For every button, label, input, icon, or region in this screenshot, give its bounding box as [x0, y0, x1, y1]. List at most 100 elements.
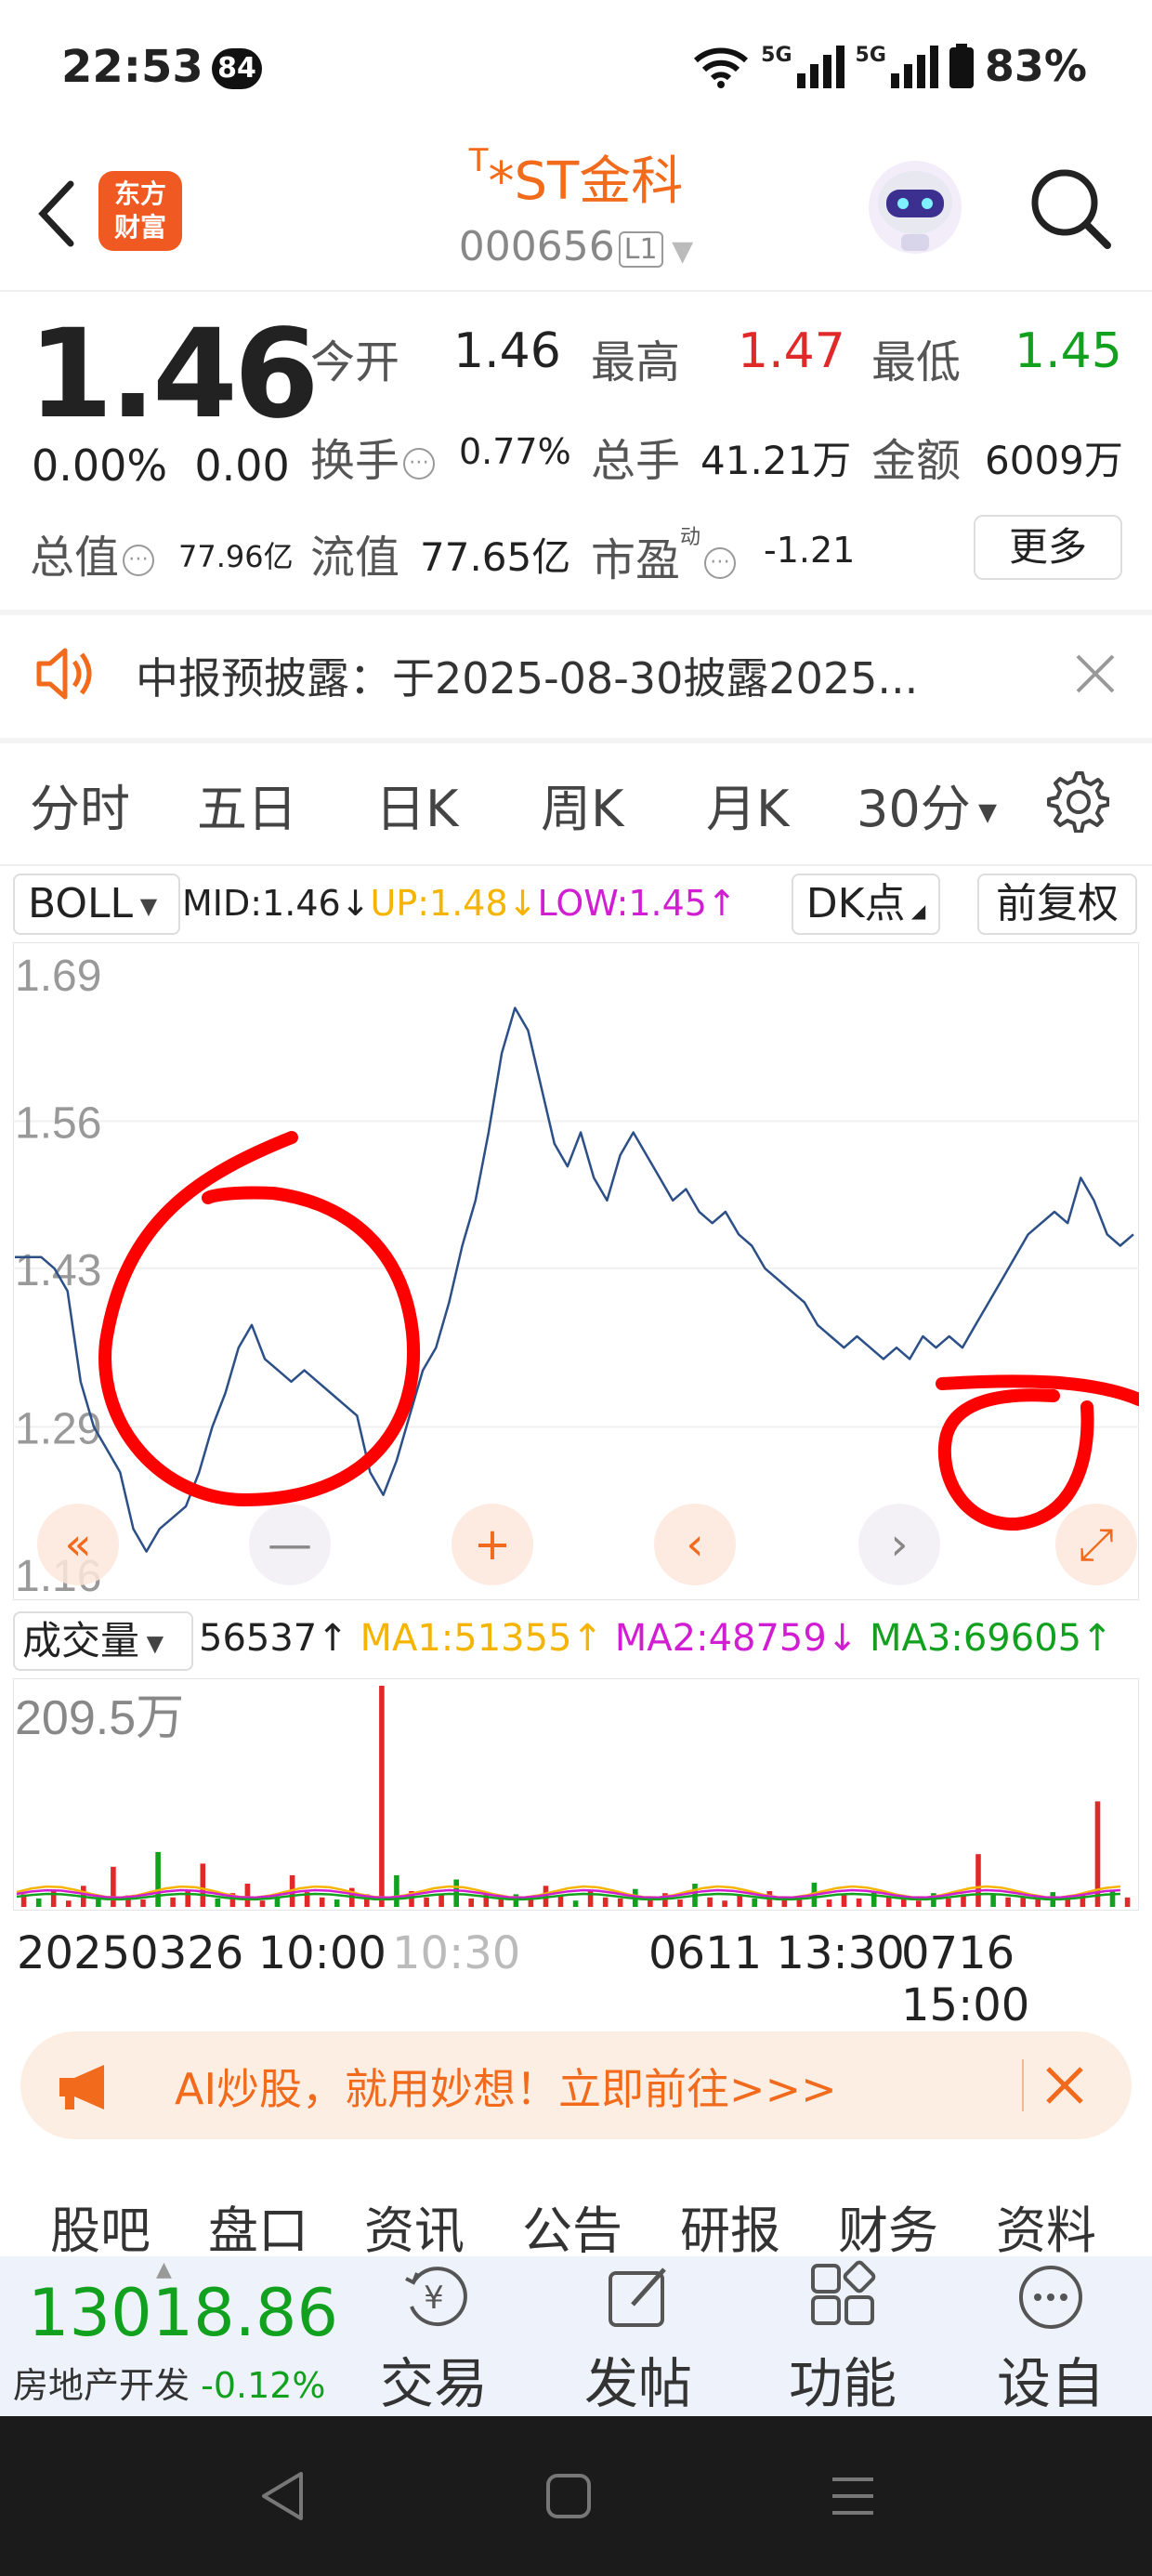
trade-button[interactable]: ¥ 交易 [364, 2260, 504, 2418]
volume-bar [66, 1900, 72, 1907]
header-divider [0, 290, 1152, 292]
stock-title: T*ST金科 [468, 142, 684, 212]
date-label-4: 0716 15:00 [901, 1927, 1030, 2031]
volume-ma1: MA1:51355↑ [360, 1617, 604, 1660]
signal-icon-1: 5G [761, 44, 844, 88]
scroll-right-button[interactable]: › [858, 1504, 940, 1585]
tab-wuri[interactable]: 五日 [197, 768, 297, 841]
boll-values: MID:1.46↓UP:1.48↓LOW:1.45↑ [182, 883, 737, 924]
more-circle-icon [1019, 2266, 1082, 2329]
fullscreen-button[interactable]: ⤢ [1055, 1504, 1137, 1585]
volume-bar [722, 1900, 727, 1907]
close-icon[interactable] [1074, 652, 1117, 695]
tab-announcements[interactable]: 公告 [522, 2189, 622, 2263]
tab-research[interactable]: 研报 [680, 2189, 780, 2263]
battery-icon [949, 44, 974, 88]
float-value: 77.65亿 [420, 534, 571, 580]
close-icon[interactable] [1044, 2065, 1085, 2106]
volume-label: 总手 [591, 435, 681, 487]
y-tick-label: 1.56 [15, 1098, 101, 1148]
price-chart[interactable]: 1.691.561.431.291.16«—+‹›⤢ [13, 942, 1139, 1600]
tab-fenshi[interactable]: 分时 [30, 768, 130, 841]
volume-bar [259, 1900, 266, 1907]
volume-bar [35, 1898, 42, 1907]
volume-bar [826, 1899, 832, 1907]
volume-bar [856, 1898, 862, 1907]
back-arrow-icon[interactable] [30, 177, 85, 251]
volume-bar [1005, 1897, 1011, 1907]
volume-bar [334, 1899, 340, 1907]
tab-daily-k[interactable]: 日K [375, 768, 458, 841]
search-icon[interactable] [1026, 164, 1115, 253]
tab-30min[interactable]: 30分 ▼ [857, 768, 997, 841]
price-change: 0.00% 0.00 [32, 440, 290, 491]
scroll-right-button-icon: › [890, 1518, 908, 1571]
section-divider [0, 610, 1152, 615]
dk-point-button[interactable]: DK点 ◢ [792, 874, 940, 935]
volume-ma2: MA2:48759↓ [614, 1617, 858, 1660]
tab-finance[interactable]: 财务 [838, 2189, 938, 2263]
nav-menu-icon[interactable] [831, 2474, 875, 2518]
volume-current: 56537↑ [199, 1617, 348, 1660]
volume-bar [617, 1898, 623, 1907]
volume-bar [916, 1900, 922, 1907]
volume-bar [1124, 1897, 1131, 1907]
zoom-out-button[interactable]: — [249, 1504, 331, 1585]
stock-code[interactable]: 000656 L1 ▼ [437, 223, 715, 270]
sector-index-value[interactable]: 13018.86 [28, 2275, 338, 2351]
adjust-button[interactable]: 前复权 [977, 874, 1137, 935]
functions-button[interactable]: 功能 [773, 2260, 912, 2418]
volume-bar [1109, 1889, 1116, 1907]
megaphone-icon [59, 2065, 104, 2109]
banner-separator [1022, 2059, 1024, 2111]
y-tick-label: 1.69 [15, 952, 101, 1001]
volume-chart[interactable]: 209.5万 [13, 1678, 1139, 1911]
clock: 22:53 [61, 41, 203, 93]
open-label: 今开 [310, 336, 400, 388]
high-value: 1.47 [738, 323, 845, 379]
info-icon: ⋯ [123, 545, 155, 576]
sector-index[interactable]: 房地产开发 -0.12% [13, 2357, 326, 2408]
robot-assistant-icon[interactable] [864, 156, 966, 258]
volume-bar [155, 1851, 161, 1907]
more-button[interactable]: 更多 [974, 515, 1122, 580]
volume-bar [975, 1854, 981, 1907]
volume-bar [602, 1897, 609, 1907]
volume-bar [752, 1898, 757, 1907]
tab-weekly-k[interactable]: 周K [541, 768, 623, 841]
low-value: 1.45 [1015, 323, 1122, 379]
zoom-fast-back-button[interactable]: « [37, 1504, 119, 1585]
tab-monthly-k[interactable]: 月K [706, 768, 789, 841]
nav-home-icon[interactable] [544, 2472, 593, 2520]
turnover-value: 0.77% [459, 431, 571, 472]
zoom-out-button-icon: — [268, 1518, 312, 1571]
svg-text:¥: ¥ [424, 2280, 444, 2317]
zoom-in-button[interactable]: + [452, 1504, 533, 1585]
post-button[interactable]: 发帖 [569, 2260, 708, 2418]
indicator-select[interactable]: BOLL ▼ [13, 874, 180, 935]
nav-back-icon[interactable] [258, 2468, 307, 2524]
tab-news[interactable]: 资讯 [364, 2189, 465, 2263]
ai-promo-text[interactable]: AI炒股，就用妙想！立即前往>>> [175, 2056, 837, 2117]
wifi-icon [694, 47, 749, 88]
volume-bar [439, 1895, 444, 1907]
volume-indicator-select[interactable]: 成交量 ▼ [13, 1611, 193, 1671]
volume-bar [185, 1889, 190, 1907]
signal-icon-2: 5G [856, 44, 938, 88]
low-label: 最低 [871, 336, 962, 388]
settings-gear-icon[interactable] [1044, 768, 1109, 833]
open-value: 1.46 [453, 323, 561, 379]
status-bar: 22:53 84 5G 5G 83% [0, 0, 1152, 139]
pe-value: -1.21 [764, 530, 856, 571]
volume-ma-values: 56537↑ MA1:51355↑ MA2:48759↓ MA3:69605↑ [199, 1617, 1113, 1660]
tab-profile[interactable]: 资料 [996, 2189, 1096, 2263]
notice-text[interactable]: 中报预披露：于2025-08-30披露2025... [136, 645, 1009, 706]
tab-guba[interactable]: 股吧 [50, 2189, 151, 2263]
current-price: 1.46 [28, 303, 320, 446]
tab-pankou[interactable]: 盘口 [208, 2189, 308, 2263]
scroll-left-button-icon: ‹ [686, 1518, 703, 1571]
scroll-left-button[interactable]: ‹ [654, 1504, 736, 1585]
volume-bar [841, 1895, 847, 1907]
volume-ma3: MA3:69605↑ [870, 1617, 1113, 1660]
volume-bar [111, 1866, 116, 1907]
